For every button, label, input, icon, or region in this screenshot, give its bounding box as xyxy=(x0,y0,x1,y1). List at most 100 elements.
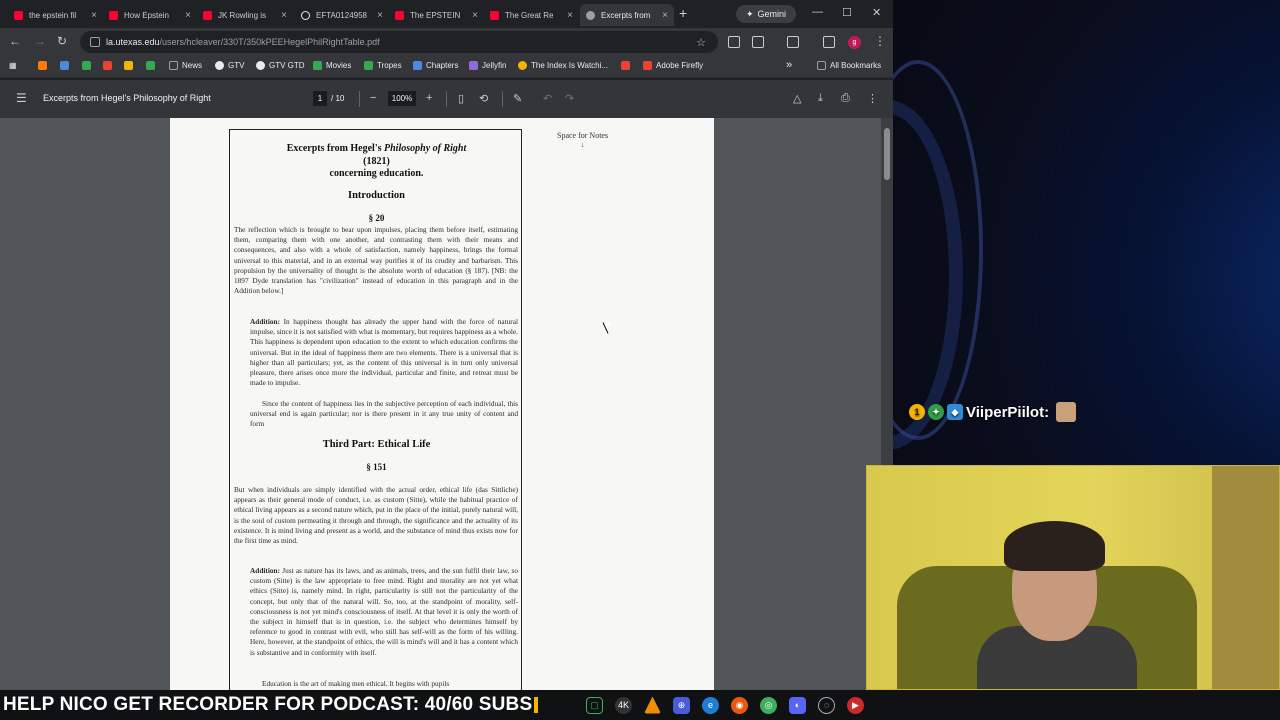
addition-1-text: In happiness thought has already the upp… xyxy=(250,317,518,388)
tray-app-icon[interactable]: ▢ xyxy=(586,696,603,714)
bookmark-2[interactable] xyxy=(82,61,91,70)
bookmark-0[interactable] xyxy=(38,61,47,70)
tab-5[interactable]: The Great Re × xyxy=(484,4,579,26)
bookmark-gtv[interactable]: GTV xyxy=(215,61,244,70)
site-info-icon[interactable] xyxy=(90,37,100,47)
plus-badge-icon: ✦ xyxy=(928,404,944,420)
vlc-icon[interactable] xyxy=(644,696,661,714)
profile-avatar[interactable]: g xyxy=(848,36,861,49)
tab-1-title: How Epstein xyxy=(124,10,169,20)
bookmark-5[interactable] xyxy=(146,61,155,70)
discord-icon[interactable]: ◐ xyxy=(789,696,806,714)
tab-4[interactable]: The EPSTEIN × xyxy=(389,4,484,26)
scrollbar-thumb[interactable] xyxy=(884,128,890,180)
new-tab-button[interactable]: + xyxy=(679,5,687,21)
close-icon[interactable]: × xyxy=(377,10,383,21)
bookmark-firefly[interactable]: Adobe Firefly xyxy=(643,61,703,70)
extension-icon[interactable] xyxy=(728,36,740,48)
redo-icon[interactable]: ↷ xyxy=(565,92,574,105)
print-icon[interactable]: ⎙ xyxy=(841,92,850,105)
edge-icon[interactable]: e xyxy=(702,696,719,714)
tab-6-active[interactable]: Excerpts from × xyxy=(580,4,674,26)
bookmark-3[interactable] xyxy=(103,61,112,70)
down-arrow-icon: ↓ xyxy=(580,141,585,149)
sheets-icon xyxy=(313,61,322,70)
close-icon[interactable]: × xyxy=(91,10,97,21)
addition-label: Addition: xyxy=(250,566,281,575)
bookmark-star-icon[interactable]: ☆ xyxy=(696,36,706,49)
close-icon[interactable]: × xyxy=(662,10,668,21)
chrome-icon[interactable]: ◎ xyxy=(760,696,777,714)
youtube-icon xyxy=(395,10,404,20)
close-icon[interactable]: × xyxy=(185,10,191,21)
tab-2-title: JK Rowling is xyxy=(218,10,267,20)
bookmark-jellyfin[interactable]: Jellyfin xyxy=(469,61,506,70)
notes-label: Space for Notes xyxy=(557,131,609,140)
bookmark-movies[interactable]: Movies xyxy=(313,61,351,70)
bookmark-favicon xyxy=(518,61,527,70)
forward-icon[interactable]: → xyxy=(34,34,46,48)
kebab-menu-icon[interactable]: ⋮ xyxy=(874,34,886,48)
tray-app-icon[interactable]: ◌ xyxy=(818,696,835,714)
tray-app-icon[interactable]: ⊕ xyxy=(673,696,690,714)
bookmark-tropes[interactable]: Tropes xyxy=(364,61,402,70)
sub-badge-icon: 1 xyxy=(909,404,925,420)
system-tray: ▢ 4K ⊕ e ◉ ◎ ◐ ◌ ▶ xyxy=(586,694,864,716)
bookmark-gtv-gtd[interactable]: GTV GTD xyxy=(256,61,305,70)
zoom-input[interactable]: 100% xyxy=(388,91,416,106)
page-number-input[interactable]: 1 xyxy=(313,91,327,106)
youtube-icon[interactable]: ▶ xyxy=(847,696,864,714)
download-icon[interactable]: ⤓ xyxy=(818,92,823,105)
back-icon[interactable]: ← xyxy=(9,34,21,48)
tab-6-title: Excerpts from xyxy=(601,10,651,20)
bookmark-favicon xyxy=(124,61,133,70)
maximize-icon[interactable]: ☐ xyxy=(842,6,852,19)
addition-label: Addition: xyxy=(250,317,281,326)
firefox-icon[interactable]: ◉ xyxy=(731,696,748,714)
tab-1[interactable]: How Epstein × xyxy=(103,4,197,26)
bookmark-1[interactable] xyxy=(60,61,69,70)
bookmark-favicon xyxy=(60,61,69,70)
gemini-button[interactable]: ✦ Gemini xyxy=(736,5,796,23)
drive-icon[interactable]: △ xyxy=(793,92,801,105)
apps-grid-icon[interactable]: ▦ xyxy=(9,61,17,70)
reload-icon[interactable]: ↻ xyxy=(57,34,67,48)
address-path: /users/hcleaver/330T/350kPEEHegelPhilRig… xyxy=(159,37,380,47)
webcam-feed xyxy=(866,465,1280,690)
annotate-icon[interactable]: ✎ xyxy=(513,92,522,105)
close-icon[interactable]: × xyxy=(281,10,287,21)
bookmark-4[interactable] xyxy=(124,61,133,70)
bookmark-index[interactable]: The Index Is Watchi... xyxy=(518,61,608,70)
jellyfin-icon xyxy=(469,61,478,70)
hamburger-menu-icon[interactable]: ☰ xyxy=(16,91,27,105)
browser-toolbar: ← → ↻ la.utexas.edu/users/hcleaver/330T/… xyxy=(0,28,893,56)
rotate-icon[interactable]: ⟲ xyxy=(479,92,488,105)
sidepanel-icon[interactable] xyxy=(787,36,799,48)
puzzle-icon[interactable] xyxy=(752,36,764,48)
tray-app-icon[interactable]: 4K xyxy=(615,696,632,714)
close-icon[interactable]: × xyxy=(567,10,573,21)
tab-2[interactable]: JK Rowling is × xyxy=(197,4,293,26)
tab-3-title: EFTA0124958 xyxy=(316,10,367,20)
reading-list-icon[interactable] xyxy=(823,36,835,48)
browser-window: the epstein fil × How Epstein × JK Rowli… xyxy=(0,0,893,690)
bookmark-14[interactable] xyxy=(621,61,630,70)
zoom-in-icon[interactable]: + xyxy=(426,92,432,104)
close-icon[interactable]: × xyxy=(472,10,478,21)
minimize-icon[interactable]: — xyxy=(812,6,823,18)
fit-page-icon[interactable]: ▯ xyxy=(458,92,464,105)
more-options-icon[interactable]: ⋮ xyxy=(867,92,878,105)
bookmark-chapters[interactable]: Chapters xyxy=(413,61,458,70)
undo-icon[interactable]: ↶ xyxy=(543,92,552,105)
bookmark-favicon xyxy=(38,61,47,70)
all-bookmarks[interactable]: All Bookmarks xyxy=(817,61,881,70)
addition-2b: Education is the art of making men ethic… xyxy=(262,679,450,688)
tab-3[interactable]: EFTA0124958 × xyxy=(295,4,389,26)
window-close-icon[interactable]: ✕ xyxy=(872,6,881,19)
zoom-out-icon[interactable]: − xyxy=(370,92,376,104)
bookmark-news[interactable]: News xyxy=(169,61,202,70)
folder-icon xyxy=(169,61,178,70)
address-bar[interactable]: la.utexas.edu/users/hcleaver/330T/350kPE… xyxy=(80,31,718,53)
bookmarks-overflow-button[interactable]: » xyxy=(786,59,792,71)
tab-0[interactable]: the epstein fil × xyxy=(8,4,103,26)
